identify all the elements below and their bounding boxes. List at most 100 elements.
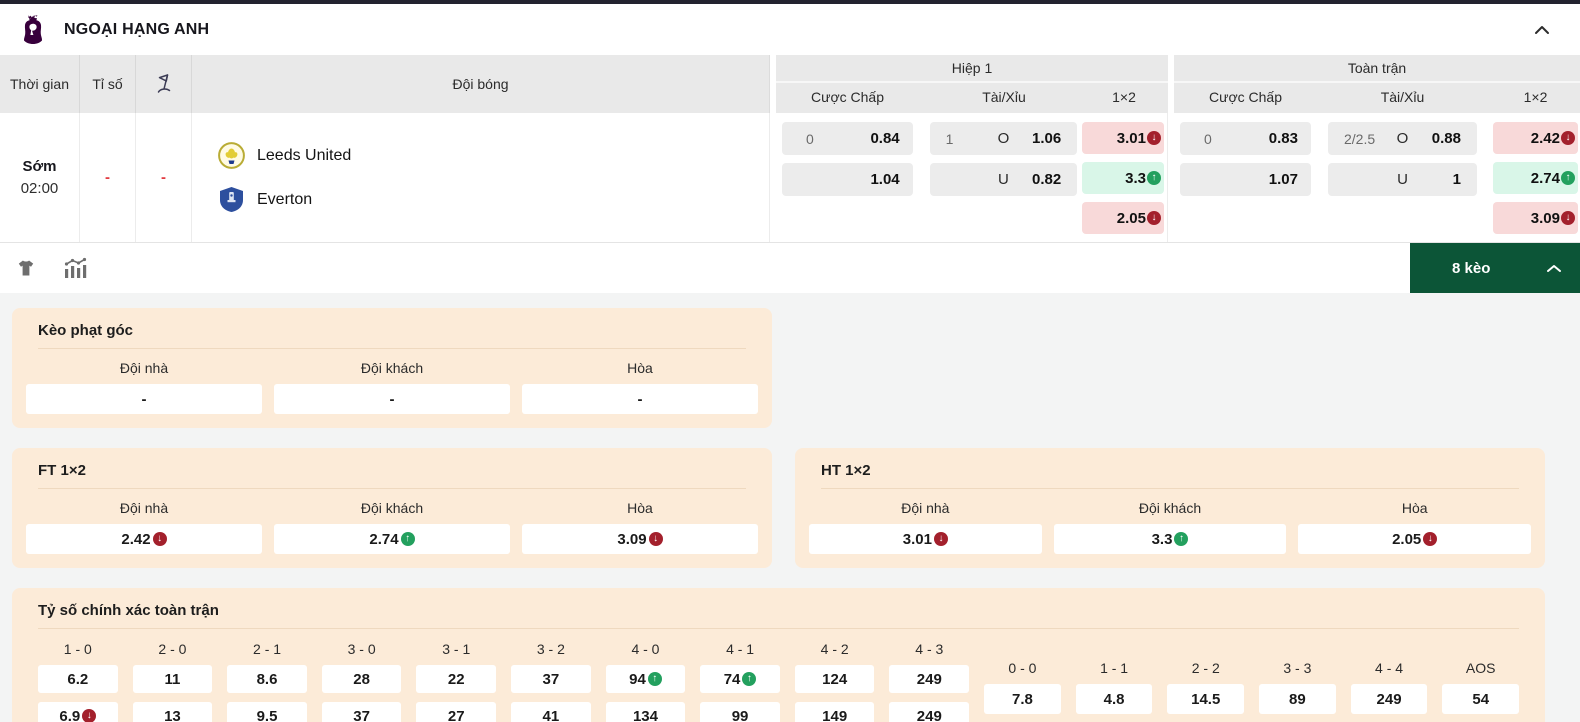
extra-markets: Kèo phạt góc Đội nhà - Đội khách - Hòa - <box>0 293 1580 722</box>
match-corners: - <box>136 113 192 242</box>
score-odd[interactable]: 134 <box>606 702 686 722</box>
ft-handicap-column: 0 0.83 1.07 <box>1180 113 1311 242</box>
ft-handicap-odd-1[interactable]: 0 0.83 <box>1180 122 1311 155</box>
ft-card-away-odd[interactable]: 2.74 ↑ <box>274 524 510 554</box>
half1-over-odd[interactable]: 1 O 1.06 <box>930 122 1078 155</box>
ht-card-draw-odd[interactable]: 2.05 ↓ <box>1298 524 1531 554</box>
half1-1x2-column: 3.01 ↓ 3.3 ↑ 2.05 ↓ <box>1082 113 1164 242</box>
score-odd[interactable]: 149 <box>795 702 875 722</box>
header-h1-handicap: Cược Chấp <box>782 89 913 105</box>
header-time: Thời gian <box>0 55 80 113</box>
header-corner <box>136 55 192 113</box>
ft-over-odd[interactable]: 2/2.5 O 0.88 <box>1328 122 1477 155</box>
score-odd[interactable]: 9.5 <box>227 702 307 722</box>
time-value: 02:00 <box>21 180 59 197</box>
trend-down-icon: ↓ <box>1147 131 1161 145</box>
ht-card-home-odd[interactable]: 3.01 ↓ <box>809 524 1042 554</box>
half1-1x2-away-odd[interactable]: 3.3 ↑ <box>1082 162 1164 194</box>
corner-draw-odd[interactable]: - <box>522 384 758 414</box>
score-odd[interactable]: 41 <box>511 702 591 722</box>
odds-table-header: Thời gian Tỉ số Đội bóng Hiệp 1 Cược Chấ… <box>0 55 1580 113</box>
time-label: Sớm <box>22 158 56 175</box>
away-team-link[interactable]: Everton <box>218 186 312 213</box>
trend-down-icon: ↓ <box>1561 211 1575 225</box>
keo-count-label: 8 kèo <box>1452 260 1490 277</box>
score-odd[interactable]: 37 <box>511 665 591 693</box>
collapse-league-button[interactable] <box>1534 25 1550 35</box>
ft-1x2-draw-odd[interactable]: 3.09 ↓ <box>1493 202 1578 234</box>
trend-down-icon: ↓ <box>1423 532 1437 546</box>
score-odd[interactable]: 7.8 <box>984 684 1061 714</box>
ht-card-title: HT 1×2 <box>809 460 1531 479</box>
score-odd[interactable]: 99 <box>700 702 780 722</box>
corner-odds-card: Kèo phạt góc Đội nhà - Đội khách - Hòa - <box>12 308 772 428</box>
score-odd[interactable]: 8.6 <box>227 665 307 693</box>
col-home-label: Đội nhà <box>809 493 1042 524</box>
trend-down-icon: ↓ <box>649 532 663 546</box>
score-col-2-0: 2 - 0 11 13 <box>133 637 213 722</box>
score-odd[interactable]: 249 <box>889 702 969 722</box>
half1-handicap-odd-1[interactable]: 0 0.84 <box>782 122 913 155</box>
score-odd[interactable]: 54 <box>1442 684 1519 714</box>
home-team-link[interactable]: Leeds United <box>218 142 351 169</box>
league-header: NGOẠI HẠNG ANH <box>0 4 1580 55</box>
ft-handicap-odd-2[interactable]: 1.07 <box>1180 163 1311 196</box>
ft-card-home-odd[interactable]: 2.42 ↓ <box>26 524 262 554</box>
score-odd[interactable]: 6.9↓ <box>38 702 118 722</box>
score-odd[interactable]: 249 <box>889 665 969 693</box>
ft-card-draw-odd[interactable]: 3.09 ↓ <box>522 524 758 554</box>
corner-home-odd[interactable]: - <box>26 384 262 414</box>
home-team-name: Leeds United <box>257 147 351 165</box>
half1-handicap-odd-2[interactable]: 1.04 <box>782 163 913 196</box>
ft-1x2-column: 2.42 ↓ 2.74 ↑ 3.09 ↓ <box>1493 113 1578 242</box>
ft-1x2-home-odd[interactable]: 2.42 ↓ <box>1493 122 1578 154</box>
corner-away-odd[interactable]: - <box>274 384 510 414</box>
header-group-half1: Hiệp 1 Cược Chấp Tài/Xỉu 1×2 <box>776 55 1168 113</box>
header-h1-1x2: 1×2 <box>1083 89 1165 105</box>
score-odd[interactable]: 27 <box>416 702 496 722</box>
score-odd[interactable]: 28 <box>322 665 402 693</box>
exact-score-title: Tỷ số chính xác toàn trận <box>26 600 1531 619</box>
score-odd[interactable]: 94↑ <box>606 665 686 693</box>
ft-overunder-column: 2/2.5 O 0.88 U 1 <box>1328 113 1477 242</box>
leeds-united-badge <box>218 142 245 169</box>
score-odd[interactable]: 89 <box>1259 684 1336 714</box>
half1-under-odd[interactable]: U 0.82 <box>930 163 1078 196</box>
trend-down-icon: ↓ <box>82 709 96 722</box>
score-odd[interactable]: 11 <box>133 665 213 693</box>
score-odd[interactable]: 249 <box>1351 684 1428 714</box>
ht-card-away-odd[interactable]: 3.3 ↑ <box>1054 524 1287 554</box>
half1-1x2-home-odd[interactable]: 3.01 ↓ <box>1082 122 1164 154</box>
half1-odds: 0 0.84 1.04 1 O 1.06 U 0.82 <box>776 113 1168 242</box>
league-title: NGOẠI HẠNG ANH <box>64 21 209 39</box>
score-odd[interactable]: 6.2 <box>38 665 118 693</box>
header-fulltime: Toàn trận <box>1174 55 1580 83</box>
ht-1x2-card: HT 1×2 Đội nhà 3.01 ↓ Đội khách 3.3 <box>795 448 1545 568</box>
trend-up-icon: ↑ <box>648 672 662 686</box>
match-time: Sớm 02:00 <box>0 113 80 242</box>
score-odd[interactable]: 4.8 <box>1076 684 1153 714</box>
trend-down-icon: ↓ <box>934 532 948 546</box>
stats-button[interactable] <box>62 257 88 279</box>
chevron-up-icon <box>1546 264 1562 273</box>
ft-under-odd[interactable]: U 1 <box>1328 163 1477 196</box>
keo-count-toggle[interactable]: 8 kèo <box>1410 243 1580 293</box>
half1-handicap-column: 0 0.84 1.04 <box>782 113 913 242</box>
lineup-button[interactable] <box>16 258 36 278</box>
header-team: Đội bóng <box>192 55 769 113</box>
ft-1x2-away-odd[interactable]: 2.74 ↑ <box>1493 162 1578 194</box>
score-col-3-2: 3 - 2 37 41 <box>511 637 591 722</box>
trend-down-icon: ↓ <box>1561 131 1575 145</box>
ft-card-title: FT 1×2 <box>26 460 758 479</box>
betting-page: NGOẠI HẠNG ANH Thời gian Tỉ số Đội bóng <box>0 0 1580 722</box>
header-group-fulltime: Toàn trận Cược Chấp Tài/Xỉu 1×2 <box>1174 55 1580 113</box>
half1-1x2-draw-odd[interactable]: 2.05 ↓ <box>1082 202 1164 234</box>
score-odd[interactable]: 74↑ <box>700 665 780 693</box>
score-odd[interactable]: 13 <box>133 702 213 722</box>
score-odd[interactable]: 124 <box>795 665 875 693</box>
score-odd[interactable]: 37 <box>322 702 402 722</box>
header-score: Tỉ số <box>80 55 136 113</box>
score-odd[interactable]: 22 <box>416 665 496 693</box>
score-odd[interactable]: 14.5 <box>1167 684 1244 714</box>
col-home-label: Đội nhà <box>26 353 262 384</box>
